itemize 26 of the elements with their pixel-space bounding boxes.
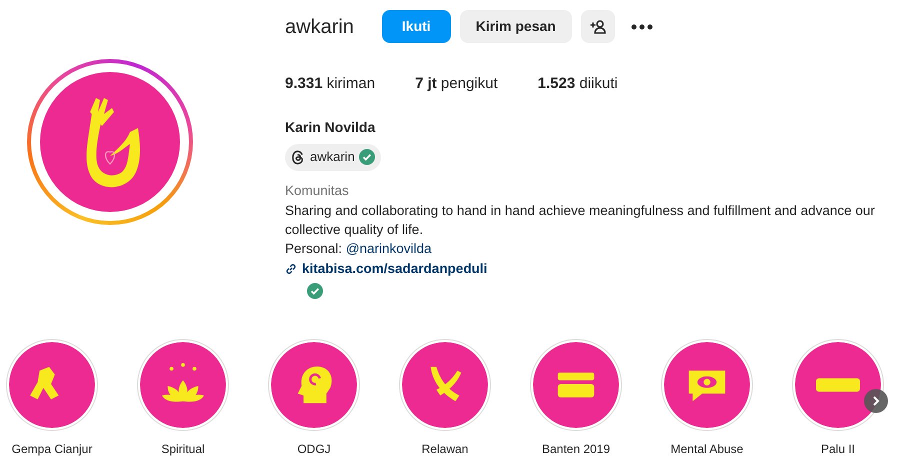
full-name: Karin Novilda — [285, 118, 376, 136]
username: awkarin — [285, 14, 354, 40]
threads-icon — [291, 150, 306, 164]
highlight-label: ODGJ — [297, 441, 331, 458]
add-person-icon — [590, 20, 606, 34]
highlight-label: Palu II — [820, 441, 856, 458]
highlight-label: Spiritual — [161, 441, 205, 458]
profile-stat[interactable]: 9.331 kiriman — [285, 73, 376, 96]
message-button[interactable]: Kirim pesan — [460, 10, 572, 43]
profile-stat[interactable]: 1.523 diikuti — [538, 73, 618, 96]
add-person-button[interactable] — [580, 10, 615, 43]
next-arrow-button[interactable] — [864, 389, 888, 413]
more-options-icon[interactable] — [630, 24, 653, 30]
bio-text: Sharing and collaborating to hand in hand achieve meaningfulness and fulfillment and advance our collective quality of life. — [285, 202, 876, 239]
personal-line: Personal: @narinkovilda — [285, 240, 433, 258]
threads-badge[interactable]: awkarin — [285, 144, 381, 170]
website-link[interactable]: kitabisa.com/sadardanpeduli — [302, 258, 488, 279]
chevron-right-icon — [872, 396, 880, 406]
link-icon — [285, 262, 297, 275]
highlight-label: Gempa Cianjur — [12, 441, 92, 458]
highlight-label: Relawan — [422, 441, 468, 458]
category-label: Komunitas — [285, 182, 350, 200]
profile-stat[interactable]: 7 jt pengikut — [415, 73, 498, 96]
highlight-label: Banten 2019 — [542, 441, 610, 458]
personal-link[interactable]: @narinkovilda — [346, 240, 432, 256]
highlight-label: Mental Abuse — [670, 441, 744, 458]
